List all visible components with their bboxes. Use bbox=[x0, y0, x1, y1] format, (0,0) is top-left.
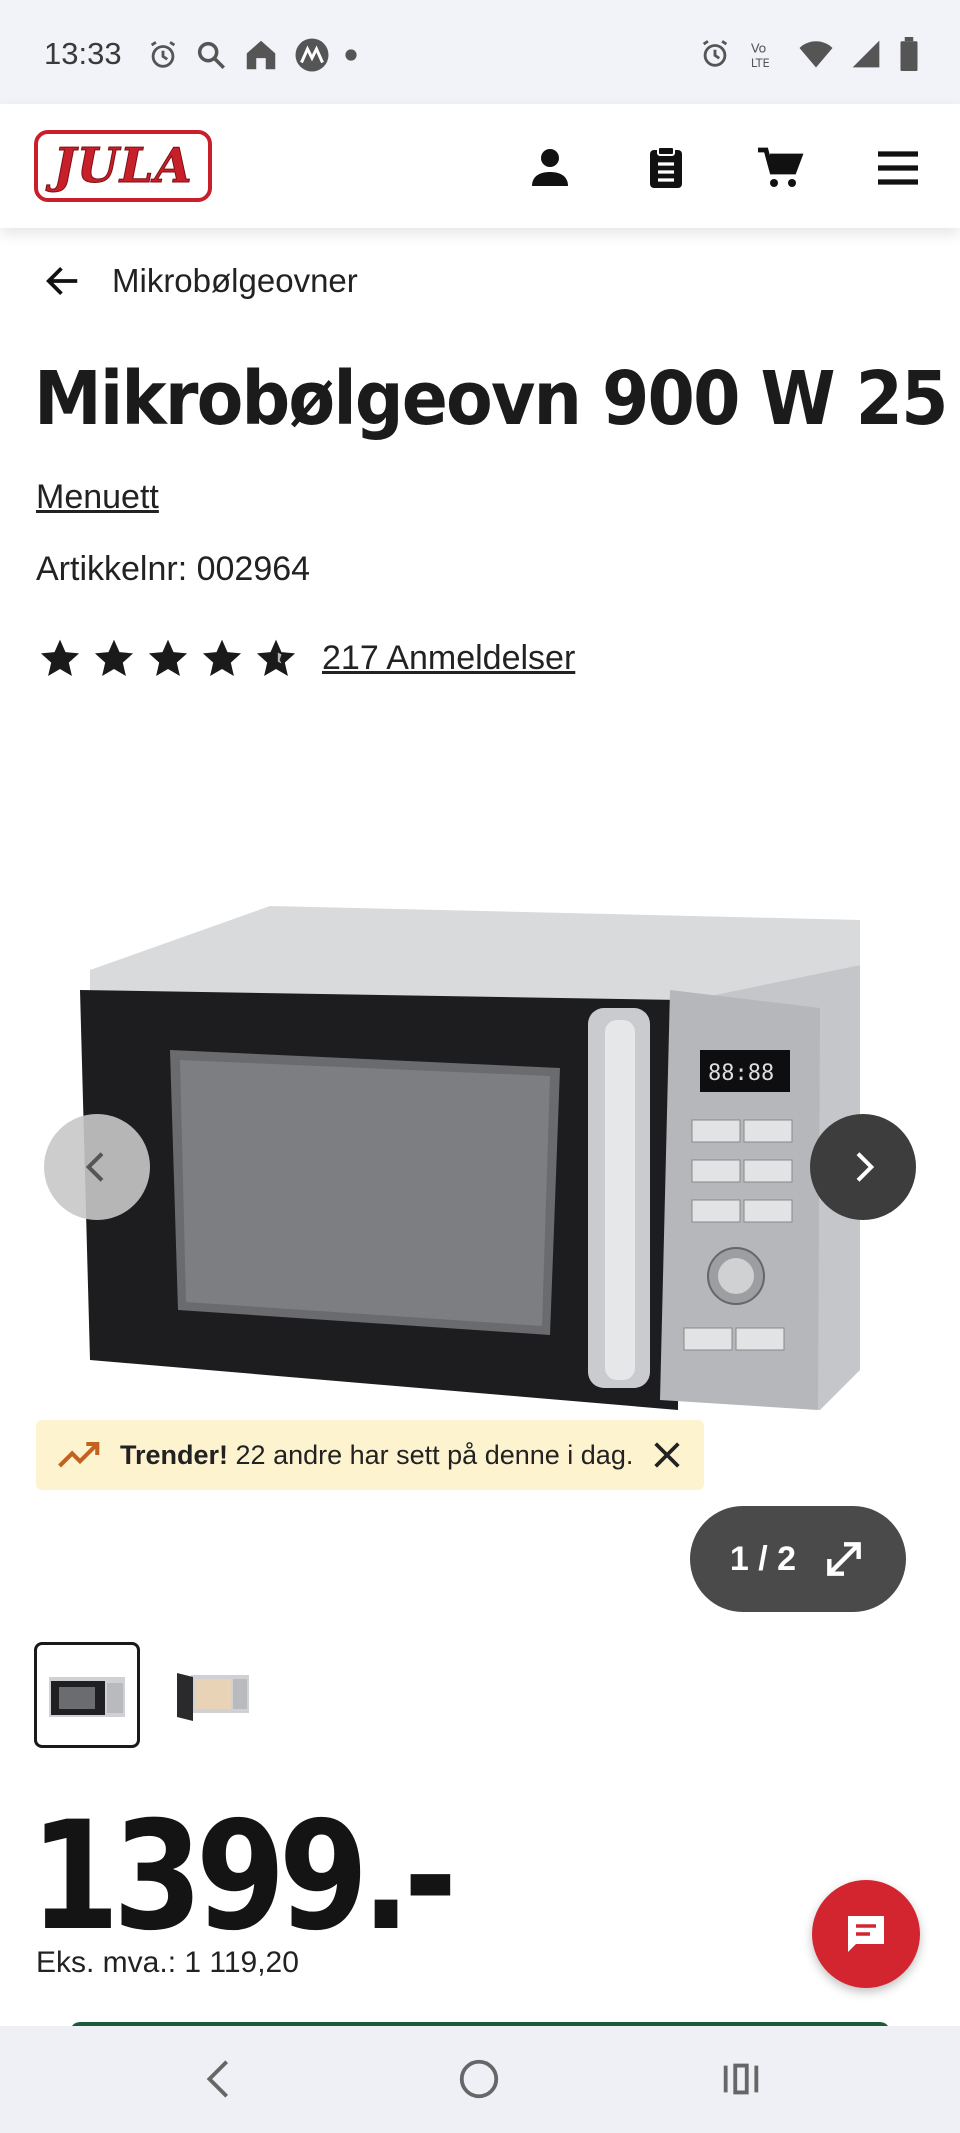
thumbnail-image-open bbox=[177, 1673, 249, 1721]
reviews-link[interactable]: 217 Anmeldelser bbox=[322, 639, 575, 678]
alarm-icon bbox=[150, 41, 176, 68]
image-counter-fullscreen-button[interactable]: 1 / 2 bbox=[690, 1506, 906, 1612]
star-icon bbox=[202, 639, 242, 676]
signal-icon bbox=[852, 40, 880, 68]
status-time: 13:33 bbox=[44, 36, 122, 71]
rating-row[interactable]: 217 Anmeldelser bbox=[38, 636, 575, 680]
price: 1399.- bbox=[30, 1790, 457, 1964]
close-icon[interactable] bbox=[650, 1438, 684, 1472]
search-icon bbox=[197, 41, 226, 70]
status-notification-icons bbox=[146, 36, 358, 74]
product-title: Mikrobølgeovn 900 W 25 l bbox=[34, 356, 960, 442]
alarm-icon bbox=[702, 40, 728, 67]
expand-icon bbox=[827, 1542, 861, 1576]
star-rating bbox=[38, 636, 298, 680]
thumbnail-image-closed bbox=[49, 1677, 125, 1717]
article-number: Artikkelnr: 002964 bbox=[36, 550, 311, 588]
volte-icon: VoLTE bbox=[751, 42, 770, 70]
chevron-left-icon bbox=[85, 1152, 104, 1182]
trending-up-icon bbox=[58, 1441, 100, 1468]
thumbnail-1[interactable] bbox=[34, 1642, 140, 1748]
status-bar: 13:33 Vo LTE bbox=[0, 0, 960, 104]
clipboard-icon[interactable] bbox=[642, 144, 690, 192]
jula-logo[interactable]: JULA bbox=[34, 130, 212, 202]
star-icon bbox=[148, 639, 188, 676]
menu-icon[interactable] bbox=[874, 144, 922, 192]
image-counter: 1 / 2 bbox=[729, 1539, 797, 1578]
svg-text:Vo: Vo bbox=[751, 42, 767, 57]
account-icon[interactable] bbox=[526, 144, 574, 192]
battery-icon bbox=[900, 37, 918, 71]
trending-message: 22 andre har sett på denne i dag. bbox=[228, 1439, 634, 1470]
price-ex-vat: Eks. mva.: 1 119,20 bbox=[36, 1946, 299, 1979]
site-header: JULA bbox=[0, 104, 960, 228]
chat-icon bbox=[848, 1916, 884, 1952]
svg-text:LTE: LTE bbox=[751, 56, 770, 70]
star-icon bbox=[40, 639, 80, 676]
star-icon bbox=[94, 639, 134, 676]
wifi-icon bbox=[799, 41, 833, 68]
home-icon bbox=[246, 40, 276, 70]
breadcrumb[interactable]: Mikrobølgeovner bbox=[44, 262, 358, 300]
half-star-icon bbox=[256, 639, 296, 676]
nav-home-icon[interactable] bbox=[456, 2056, 502, 2102]
prev-image-button[interactable] bbox=[44, 1114, 150, 1220]
trending-label: Trender! bbox=[120, 1439, 229, 1470]
back-arrow-icon[interactable] bbox=[44, 262, 82, 300]
system-nav-bar bbox=[0, 2026, 960, 2133]
nav-recents-icon[interactable] bbox=[718, 2056, 764, 2102]
cart-icon[interactable] bbox=[756, 144, 804, 192]
chat-button[interactable] bbox=[812, 1880, 920, 1988]
product-image-microwave[interactable]: 88:88 bbox=[60, 890, 900, 1450]
svg-text:88:88: 88:88 bbox=[708, 1061, 774, 1086]
chevron-right-icon bbox=[856, 1152, 875, 1182]
logo-text: JULA bbox=[53, 138, 193, 195]
thumbnail-2[interactable] bbox=[160, 1642, 266, 1748]
trending-text: Trender! 22 andre har sett på denne i da… bbox=[120, 1440, 633, 1471]
brand-link[interactable]: Menuett bbox=[36, 478, 159, 517]
status-system-icons: Vo LTE bbox=[698, 36, 920, 72]
next-image-button[interactable] bbox=[810, 1114, 916, 1220]
motorola-icon bbox=[295, 38, 329, 72]
dot-icon bbox=[345, 49, 357, 61]
nav-back-icon[interactable] bbox=[196, 2056, 242, 2102]
trending-banner: Trender! 22 andre har sett på denne i da… bbox=[36, 1420, 704, 1490]
breadcrumb-label[interactable]: Mikrobølgeovner bbox=[112, 262, 358, 300]
